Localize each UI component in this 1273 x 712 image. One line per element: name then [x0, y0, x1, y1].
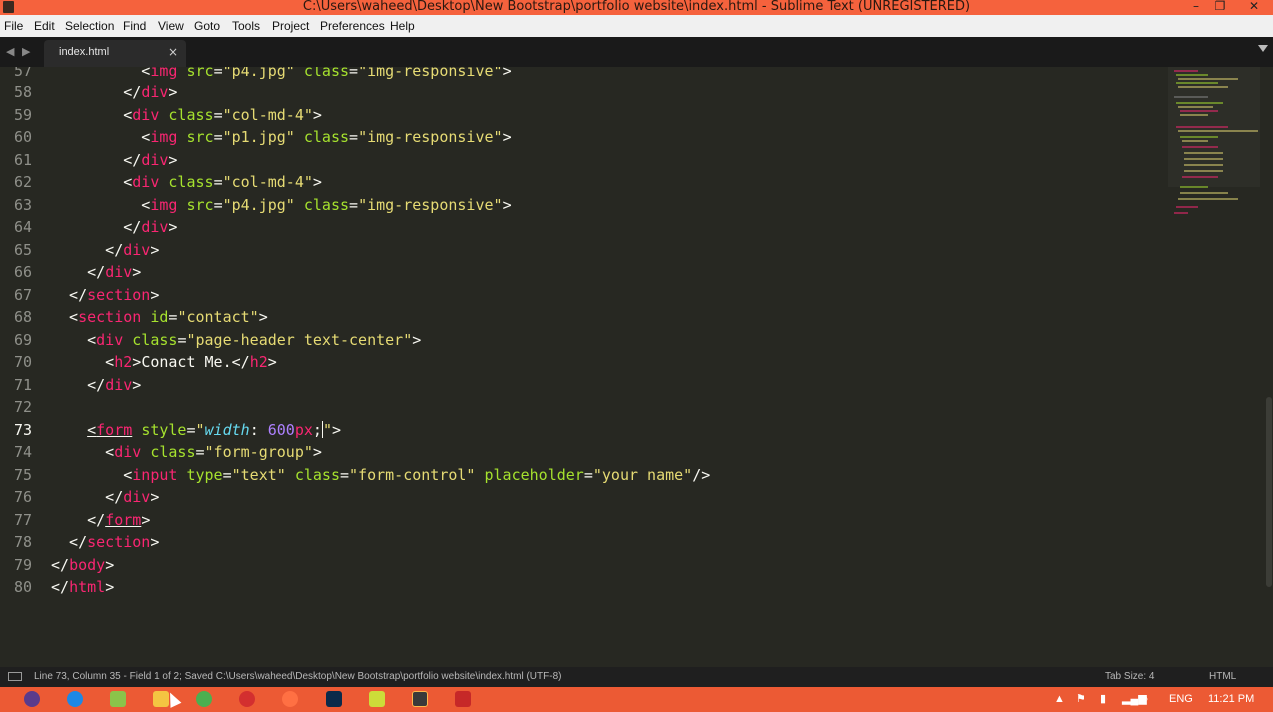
code-line-80: </html>: [51, 578, 115, 596]
line-number: 65: [13, 241, 32, 259]
code-line-65: </div>: [51, 241, 160, 259]
code-line-69: <div class="page-header text-center">: [51, 331, 422, 349]
close-button[interactable]: ✕: [1244, 0, 1264, 15]
status-text: Line 73, Column 35 - Field 1 of 2; Saved…: [34, 671, 562, 682]
sublime-icon[interactable]: [412, 691, 428, 707]
vertical-scrollbar[interactable]: [1266, 397, 1272, 587]
code-line-61: </div>: [51, 151, 178, 169]
line-number: 77: [13, 511, 32, 529]
line-number: 74: [13, 443, 32, 461]
line-number: 79: [13, 556, 32, 574]
panel-toggle-icon[interactable]: [8, 672, 22, 681]
code-line-78: </section>: [51, 533, 160, 551]
windows-taskbar: ▲ ⚑ ▮ ▂▄▆ ♪ ENG 11:21 PM: [0, 687, 1273, 712]
tab-size-indicator[interactable]: Tab Size: 4: [1105, 667, 1154, 687]
line-number: 68: [13, 308, 32, 326]
line-number: 58: [13, 83, 32, 101]
menu-bar: File Edit Selection Find View Goto Tools…: [0, 15, 1273, 37]
code-line-57: <img src="p4.jpg" class="img-responsive"…: [51, 67, 512, 80]
line-number: 61: [13, 151, 32, 169]
show-hidden-icons-icon[interactable]: ▲: [1054, 691, 1065, 707]
menu-edit[interactable]: Edit: [34, 15, 55, 37]
powerpoint-icon[interactable]: [455, 691, 471, 707]
line-number: 72: [13, 398, 32, 416]
line-number: 70: [13, 353, 32, 371]
code-line-63: <img src="p4.jpg" class="img-responsive"…: [51, 196, 512, 214]
line-number: 59: [13, 106, 32, 124]
opera-icon[interactable]: [239, 691, 255, 707]
firefox-icon[interactable]: [282, 691, 298, 707]
menu-project[interactable]: Project: [272, 15, 309, 37]
tab-index-html[interactable]: index.html ×: [44, 40, 186, 67]
menu-selection[interactable]: Selection: [65, 15, 114, 37]
code-line-60: <img src="p1.jpg" class="img-responsive"…: [51, 128, 512, 146]
code-line-70: <h2>Conact Me.</h2>: [51, 353, 277, 371]
line-number: 62: [13, 173, 32, 191]
clock[interactable]: 11:21 PM: [1208, 691, 1254, 707]
menu-view[interactable]: View: [158, 15, 184, 37]
tab-label: index.html: [59, 46, 110, 58]
chrome-icon[interactable]: [196, 691, 212, 707]
minimize-button[interactable]: –: [1186, 0, 1206, 15]
line-number: 57: [13, 67, 32, 80]
line-number: 75: [13, 466, 32, 484]
maximize-button[interactable]: ❐: [1210, 0, 1230, 15]
code-editor[interactable]: 57 58 59 60 61 62 63 64 65 66 67 68 69 7…: [0, 67, 1273, 667]
network-icon[interactable]: ▮: [1100, 691, 1106, 707]
tab-close-icon[interactable]: ×: [168, 45, 178, 59]
menu-file[interactable]: File: [4, 15, 23, 37]
syntax-indicator[interactable]: HTML: [1209, 667, 1236, 687]
menu-goto[interactable]: Goto: [194, 15, 220, 37]
code-line-68: <section id="contact">: [51, 308, 268, 326]
code-line-73: <form style="width: 600px;">: [87, 421, 341, 439]
volume-icon[interactable]: ♪: [1143, 691, 1149, 707]
line-number: 67: [13, 286, 32, 304]
notepad-icon[interactable]: [110, 691, 126, 707]
tab-dropdown-icon[interactable]: [1258, 45, 1268, 52]
code-line-77: </form>: [51, 511, 151, 529]
title-bar: C:\Users\waheed\Desktop\New Bootstrap\po…: [0, 0, 1273, 15]
line-number: 76: [13, 488, 32, 506]
line-number: 63: [13, 196, 32, 214]
photoshop-icon[interactable]: [326, 691, 342, 707]
flag-icon[interactable]: ⚑: [1076, 691, 1086, 707]
line-number: 71: [13, 376, 32, 394]
line-number: 64: [13, 218, 32, 236]
code-line-58: </div>: [51, 83, 178, 101]
code-line-75: <input type="text" class="form-control" …: [51, 466, 711, 484]
code-line-59: <div class="col-md-4">: [51, 106, 322, 124]
code-line-74: <div class="form-group">: [51, 443, 322, 461]
code-line-67: </section>: [51, 286, 160, 304]
code-line-64: </div>: [51, 218, 178, 236]
line-number: 78: [13, 533, 32, 551]
language-indicator[interactable]: ENG: [1169, 691, 1193, 707]
code-line-71: </div>: [51, 376, 142, 394]
minimap[interactable]: [1168, 67, 1260, 227]
menu-preferences[interactable]: Preferences: [320, 15, 385, 37]
window-title: C:\Users\waheed\Desktop\New Bootstrap\po…: [302, 0, 971, 14]
tab-nav-arrows-icon[interactable]: ◀ ▶: [6, 45, 32, 58]
start-icon[interactable]: [24, 691, 40, 707]
folder-icon[interactable]: [369, 691, 385, 707]
menu-help[interactable]: Help: [390, 15, 415, 37]
line-number: 69: [13, 331, 32, 349]
line-number: 66: [13, 263, 32, 281]
code-line-66: </div>: [51, 263, 142, 281]
code-line-62: <div class="col-md-4">: [51, 173, 322, 191]
ie-icon[interactable]: [67, 691, 83, 707]
tab-bar: ◀ ▶ index.html ×: [0, 37, 1273, 67]
status-bar: Line 73, Column 35 - Field 1 of 2; Saved…: [0, 667, 1273, 687]
menu-find[interactable]: Find: [123, 15, 146, 37]
menu-tools[interactable]: Tools: [232, 15, 260, 37]
line-number: 80: [13, 578, 32, 596]
line-number: 60: [13, 128, 32, 146]
code-line-79: </body>: [51, 556, 115, 574]
line-number-current: 73: [13, 421, 32, 439]
code-line-76: </div>: [51, 488, 160, 506]
